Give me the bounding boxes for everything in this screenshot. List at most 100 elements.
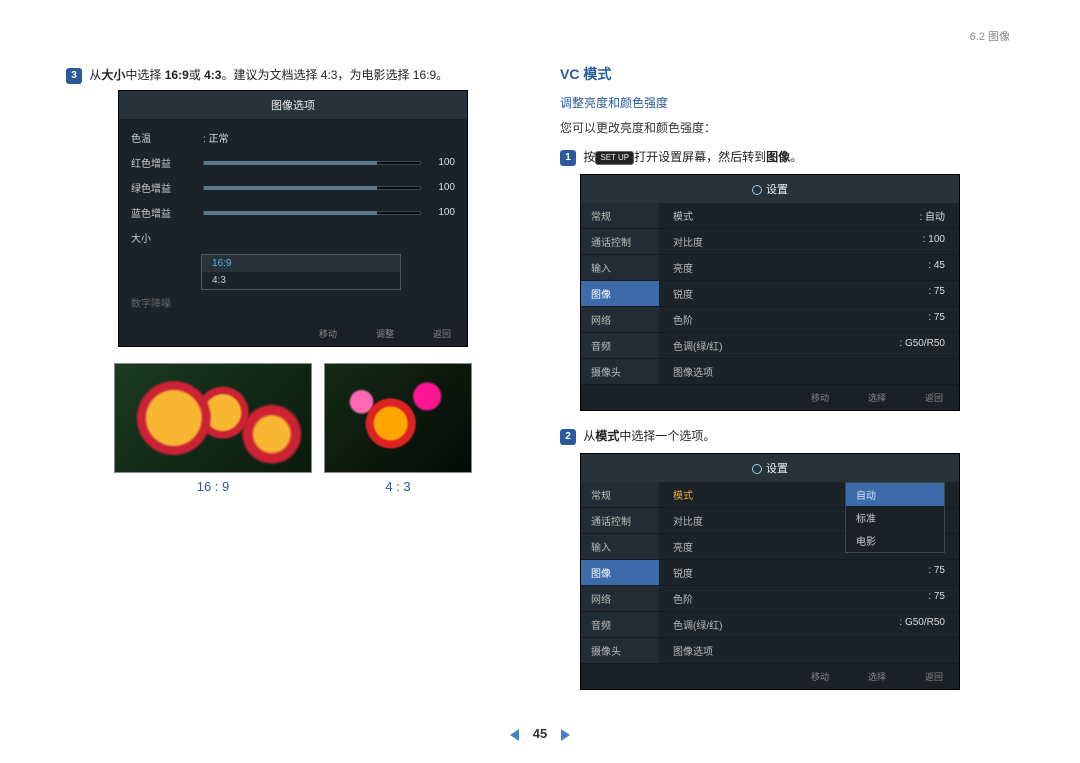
foot-select: 选择 — [851, 670, 886, 683]
slider[interactable] — [203, 186, 421, 190]
row-size: 大小 — [131, 225, 455, 250]
prev-page-icon[interactable] — [510, 729, 519, 741]
t: 返回 — [922, 672, 943, 682]
val: : 75 — [928, 312, 945, 327]
label: 绿色增益 — [131, 180, 203, 195]
settings-row[interactable]: 对比度: 100 — [659, 229, 959, 255]
label: 色阶 — [673, 591, 693, 606]
setup-button-icon: SET UP — [595, 151, 634, 165]
label: 模式 — [673, 487, 693, 502]
val: : 75 — [928, 591, 945, 606]
nav-item[interactable]: 摄像头 — [581, 638, 659, 664]
osd-foot: 移动 选择 返回 — [581, 385, 959, 410]
t: 移动 — [316, 329, 337, 339]
val: 100 — [427, 182, 455, 193]
back-icon — [911, 674, 919, 682]
nav-item[interactable]: 摄像头 — [581, 359, 659, 385]
row-red-gain: 红色增益 100 — [131, 150, 455, 175]
popup-option[interactable]: 标准 — [846, 506, 944, 529]
osd-title: 设置 — [581, 175, 959, 203]
gear-icon — [752, 464, 762, 474]
aspect-thumbnails — [66, 363, 520, 473]
move-icon — [797, 674, 805, 682]
t: 移动 — [808, 393, 829, 403]
nav-item[interactable]: 网络 — [581, 307, 659, 333]
label: 色调(绿/红) — [673, 617, 722, 632]
nav-item[interactable]: 图像 — [581, 560, 659, 586]
nav-item[interactable]: 图像 — [581, 281, 659, 307]
flower-image — [114, 363, 312, 473]
nav-item[interactable]: 输入 — [581, 534, 659, 560]
row-blue-gain: 蓝色增益 100 — [131, 200, 455, 225]
foot-move: 移动 — [794, 391, 829, 404]
nav-item[interactable]: 通话控制 — [581, 508, 659, 534]
next-page-icon[interactable] — [561, 729, 570, 741]
osd-body: 色温 : 正常 红色增益 100 绿色增益 100 蓝色增益 100 — [119, 119, 467, 321]
select-icon — [854, 674, 862, 682]
settings-row[interactable]: 色调(绿/红): G50/R50 — [659, 612, 959, 638]
right-column: VC 模式 调整亮度和颜色强度 您可以更改亮度和颜色强度： 1 按SET UP打… — [560, 64, 1014, 690]
move-icon — [797, 395, 805, 403]
t: 调整 — [373, 329, 394, 339]
t: 移动 — [808, 672, 829, 682]
nav-item[interactable]: 常规 — [581, 203, 659, 229]
popup-option[interactable]: 电影 — [846, 529, 944, 552]
nav-item[interactable]: 网络 — [581, 586, 659, 612]
nav-item[interactable]: 音频 — [581, 333, 659, 359]
step-badge-1: 1 — [560, 150, 576, 166]
osd-foot: 移动 选择 返回 — [581, 664, 959, 689]
settings-row[interactable]: 模式: 自动 — [659, 203, 959, 229]
label-16-9: 16 : 9 — [114, 479, 312, 494]
label: 图像选项 — [673, 364, 713, 379]
osd-nav: 常规通话控制输入图像网络音频摄像头 — [581, 203, 659, 385]
slider[interactable] — [203, 161, 421, 165]
t: 。建议为文档选择 4:3，为电影选择 16:9。 — [221, 68, 448, 82]
osd-body: 常规通话控制输入图像网络音频摄像头 模式: 自动对比度: 100亮度: 45锐度… — [581, 203, 959, 385]
t: 图像 — [766, 150, 790, 164]
label: 色阶 — [673, 312, 693, 327]
settings-row[interactable]: 色调(绿/红): G50/R50 — [659, 333, 959, 359]
settings-row[interactable]: 色阶 : 75 — [659, 307, 959, 333]
slider[interactable] — [203, 211, 421, 215]
move-icon — [305, 331, 313, 339]
val: 100 — [427, 157, 455, 168]
t: 模式 — [595, 429, 619, 443]
t: 16:9 — [165, 68, 189, 82]
t: 从 — [89, 68, 101, 82]
page-section-header: 6.2 图像 — [0, 0, 1080, 44]
nav-item[interactable]: 通话控制 — [581, 229, 659, 255]
foot-adjust: 调整 — [359, 327, 394, 340]
osd-title: 图像选项 — [119, 91, 467, 119]
osd-settings-2: 设置 常规通话控制输入图像网络音频摄像头 模式: 自动对比度: 100亮度: 4… — [580, 453, 960, 690]
settings-row[interactable]: 锐度: 75 — [659, 281, 959, 307]
size-16-9[interactable]: 16:9 — [202, 255, 400, 272]
t: 设置 — [766, 184, 788, 196]
popup-option[interactable]: 自动 — [846, 483, 944, 506]
osd-image-options: 图像选项 色温 : 正常 红色增益 100 绿色增益 100 蓝色增益 — [118, 90, 468, 347]
osd-foot: 移动 调整 返回 — [119, 321, 467, 346]
nav-item[interactable]: 输入 — [581, 255, 659, 281]
size-options: 16:9 4:3 — [201, 254, 401, 290]
settings-row[interactable]: 色阶 : 75 — [659, 586, 959, 612]
step-badge-2: 2 — [560, 429, 576, 445]
settings-row[interactable]: 图像选项 — [659, 638, 959, 664]
nav-item[interactable]: 音频 — [581, 612, 659, 638]
nav-item[interactable]: 常规 — [581, 482, 659, 508]
val: : 45 — [928, 260, 945, 275]
row-green-gain: 绿色增益 100 — [131, 175, 455, 200]
mode-popup: 自动标准电影 — [845, 482, 945, 553]
osd-body: 常规通话控制输入图像网络音频摄像头 模式: 自动对比度: 100亮度: 45锐度… — [581, 482, 959, 664]
settings-row[interactable]: 图像选项 — [659, 359, 959, 385]
label: 红色增益 — [131, 155, 203, 170]
page-nav: 45 — [0, 726, 1080, 741]
label: 色温 — [131, 130, 203, 145]
t: 中选择一个选项。 — [619, 429, 715, 443]
settings-row[interactable]: 亮度: 45 — [659, 255, 959, 281]
val: : 75 — [928, 565, 945, 580]
foot-back: 返回 — [416, 327, 451, 340]
ratio-labels: 16 : 9 4 : 3 — [66, 479, 520, 494]
settings-row[interactable]: 锐度: 75 — [659, 560, 959, 586]
size-4-3[interactable]: 4:3 — [202, 272, 400, 289]
subsection-title: 调整亮度和颜色强度 — [560, 94, 1014, 111]
t: 选择 — [865, 672, 886, 682]
